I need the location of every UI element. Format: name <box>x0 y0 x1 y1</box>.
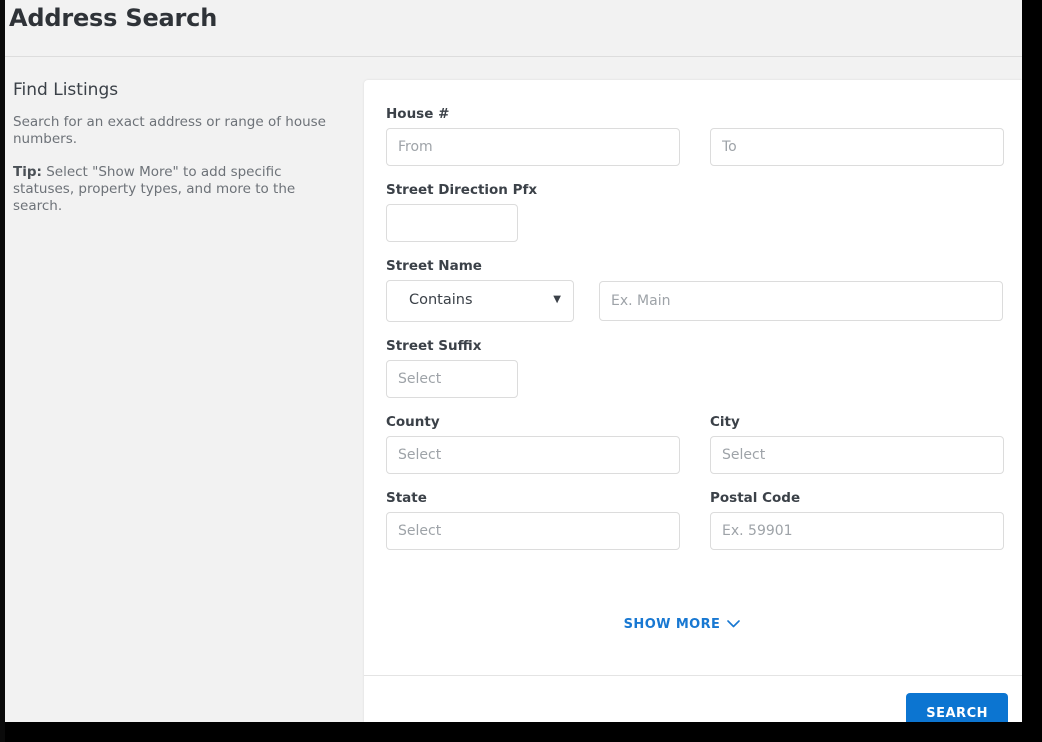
street-suffix-label: Street Suffix <box>386 338 482 354</box>
postal-code-input[interactable] <box>710 512 1004 550</box>
street-suffix-input[interactable] <box>386 360 518 398</box>
field-group-street-suffix: Street Suffix <box>386 338 1006 398</box>
postal-code-label: Postal Code <box>710 490 801 506</box>
screenshot-root: Address Search Find Listings Search for … <box>0 0 1042 742</box>
show-more-wrapper: SHOW MORE <box>364 613 1000 632</box>
state-input[interactable] <box>386 512 680 550</box>
page-header: Address Search <box>5 0 1022 57</box>
field-group-street-direction-pfx: Street Direction Pfx <box>386 182 1006 242</box>
house-number-from-input[interactable] <box>386 128 680 166</box>
application-window: Address Search Find Listings Search for … <box>5 0 1022 722</box>
sidebar-heading: Find Listings <box>13 80 119 100</box>
city-input[interactable] <box>710 436 1004 474</box>
street-direction-pfx-label: Street Direction Pfx <box>386 182 538 198</box>
house-number-to-input[interactable] <box>710 128 1004 166</box>
show-more-label: SHOW MORE <box>623 617 721 632</box>
county-city-row: County City <box>386 414 1006 490</box>
state-postal-row: State Postal Code <box>386 490 1006 566</box>
sidebar-description: Search for an exact address or range of … <box>13 114 326 147</box>
window-frame-bottom <box>6 722 1042 742</box>
street-name-row: Contains ▼ <box>386 280 1006 322</box>
house-number-label: House # <box>386 106 450 122</box>
field-group-postal-code: Postal Code <box>710 490 1004 550</box>
field-group-city: City <box>710 414 1004 474</box>
house-number-from-cell <box>386 128 680 166</box>
sidebar-tip-label: Tip: <box>13 164 42 180</box>
chevron-down-icon <box>727 618 741 631</box>
search-form-footer: SEARCH <box>364 675 1022 722</box>
field-group-state: State <box>386 490 680 550</box>
street-name-match-value: Contains <box>409 292 473 308</box>
county-label: County <box>386 414 440 430</box>
street-name-input[interactable] <box>599 281 1003 321</box>
county-input[interactable] <box>386 436 680 474</box>
sidebar-tip-text: Select "Show More" to add specific statu… <box>13 164 296 214</box>
city-label: City <box>710 414 740 430</box>
show-more-toggle[interactable]: SHOW MORE <box>624 617 741 632</box>
street-name-label: Street Name <box>386 258 482 274</box>
house-number-row <box>386 128 1006 166</box>
street-name-match-select[interactable]: Contains ▼ <box>386 280 574 322</box>
search-form-body: House # Street Direction Pfx <box>364 80 1022 653</box>
field-group-street-name: Street Name Contains ▼ <box>386 258 1006 322</box>
house-number-to-cell <box>710 128 1004 166</box>
page-body: Find Listings Search for an exact addres… <box>5 58 1022 722</box>
page-title: Address Search <box>9 4 218 32</box>
search-form-card: House # Street Direction Pfx <box>364 80 1022 722</box>
window-frame-right <box>1022 8 1042 742</box>
field-group-house-number: House # <box>386 106 1006 166</box>
state-label: State <box>386 490 427 506</box>
search-button[interactable]: SEARCH <box>906 693 1008 722</box>
field-group-county: County <box>386 414 680 474</box>
chevron-down-icon: ▼ <box>553 294 561 305</box>
street-direction-pfx-input[interactable] <box>386 204 518 242</box>
sidebar: Find Listings Search for an exact addres… <box>5 58 364 722</box>
sidebar-tip: Tip: Select "Show More" to add specific … <box>13 164 333 215</box>
